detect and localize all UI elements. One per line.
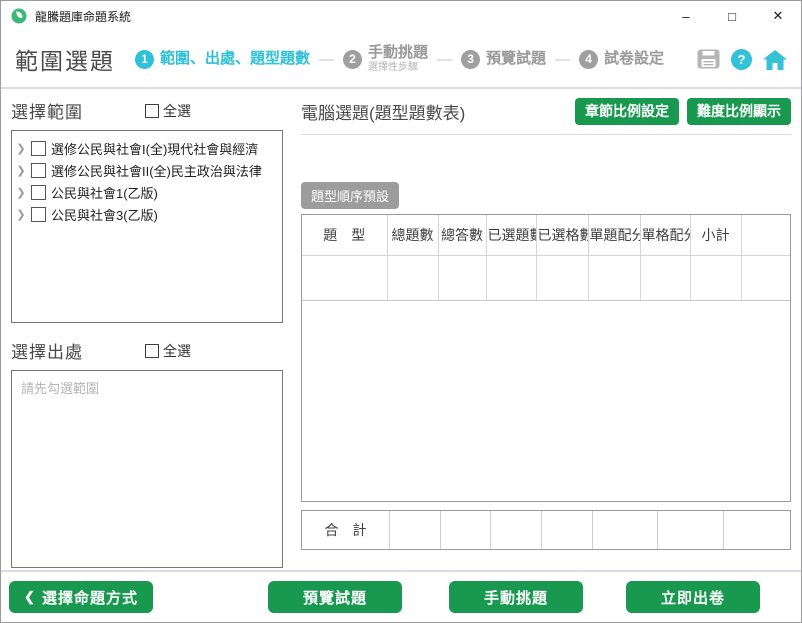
col-subtotal: 小計 — [690, 214, 742, 256]
total-cell — [658, 510, 724, 549]
step-separator — [555, 51, 570, 68]
step-4-badge: 4 — [579, 49, 599, 69]
difficulty-ratio-button[interactable]: 難度比例顯示 — [687, 98, 791, 125]
step-2-sublabel: 選擇性步驟 — [368, 61, 419, 73]
book-2-label: 選修公民與社會II(全)民主政治與法律 — [51, 163, 262, 179]
step-4-paper-settings[interactable]: 4 試卷設定 — [579, 49, 665, 69]
step-separator — [437, 51, 452, 68]
book-1-label: 選修公民與社會I(全)現代社會與經濟 — [51, 141, 259, 157]
total-cell — [390, 510, 441, 549]
step-4-label: 試卷設定 — [604, 49, 665, 67]
header-toolbar: ? — [697, 48, 787, 70]
minimize-icon[interactable]: – — [663, 1, 709, 31]
window-controls: – □ ✕ — [663, 1, 801, 31]
source-section: 選擇出處 全選 請先勾選範圍 — [11, 338, 283, 568]
col-selected-blanks: 已選格數 — [536, 214, 589, 256]
tree-item-book-3[interactable]: ❯ 公民與社會1(乙版) — [16, 181, 278, 203]
question-order-preset-button[interactable]: 題型順序預設 — [301, 181, 400, 209]
step-2-manual-pick[interactable]: 2 手動挑題 選擇性步驟 — [343, 45, 428, 73]
col-points-per-blank: 單格配分 — [640, 214, 691, 256]
source-list-box: 請先勾選範圍 — [11, 370, 283, 568]
range-select-all-label: 全選 — [163, 102, 191, 119]
expand-chevron-icon[interactable]: ❯ — [16, 186, 26, 199]
back-to-method-button[interactable]: ❮ 選擇命題方式 — [9, 581, 153, 613]
col-total-answers: 總答數 — [438, 214, 487, 256]
tree-item-book-1[interactable]: ❯ 選修公民與社會I(全)現代社會與經濟 — [16, 137, 278, 159]
col-extra — [741, 214, 790, 256]
expand-chevron-icon[interactable]: ❯ — [16, 164, 26, 177]
back-chevron-icon: ❮ — [24, 589, 36, 604]
question-type-table: 題 型 總題數 總答數 已選題數 已選格數 單題配分 單格配分 小計 — [301, 213, 791, 502]
col-selected-questions: 已選題數 — [486, 214, 537, 256]
titlebar: 龍騰題庫命題系統 – □ ✕ — [1, 1, 801, 31]
divider — [301, 133, 791, 135]
source-section-title: 選擇出處 — [11, 343, 83, 362]
tree-item-book-2[interactable]: ❯ 選修公民與社會II(全)民主政治與法律 — [16, 159, 278, 181]
step-3-label: 預覽試題 — [486, 49, 547, 67]
expand-chevron-icon[interactable]: ❯ — [16, 208, 26, 221]
window-title: 龍騰題庫命題系統 — [35, 9, 132, 24]
page-title: 範圍選題 — [15, 48, 115, 74]
computer-select-head: 電腦選題(題型題數表) 章節比例設定 難度比例顯示 — [301, 98, 791, 125]
left-panel: 選擇範圍 全選 ❯ 選修公民與社會I(全)現代社會與經濟 ❯ 選修公民與社會II… — [11, 98, 283, 568]
maximize-icon[interactable]: □ — [709, 1, 755, 31]
total-label-cell: 合 計 — [302, 510, 390, 549]
range-tree: ❯ 選修公民與社會I(全)現代社會與經濟 ❯ 選修公民與社會II(全)民主政治與… — [11, 130, 283, 323]
book-3-label: 公民與社會1(乙版) — [51, 185, 158, 201]
help-icon[interactable]: ? — [731, 48, 752, 70]
manual-pick-button[interactable]: 手動挑題 — [449, 581, 583, 613]
source-select-all[interactable]: 全選 — [145, 341, 191, 361]
step-2-label: 手動挑題 選擇性步驟 — [368, 44, 429, 73]
app-window: 龍騰題庫命題系統 – □ ✕ 範圍選題 1 範圍、出處、題型題數 2 手動挑題選… — [0, 0, 802, 623]
total-cell — [441, 510, 491, 549]
step-separator — [319, 51, 334, 68]
wizard-steps: 1 範圍、出處、題型題數 2 手動挑題選擇性步驟 3 預覽試題 4 試卷設定 — [135, 45, 664, 73]
step-1-label: 範圍、出處、題型題數 — [160, 49, 311, 67]
col-total-questions: 總題數 — [387, 214, 439, 256]
range-section-title: 選擇範圍 — [11, 103, 83, 122]
step-2-badge: 2 — [343, 49, 363, 69]
source-select-all-checkbox[interactable] — [145, 343, 159, 358]
step-1-badge: 1 — [135, 49, 154, 69]
book-3-checkbox[interactable] — [31, 184, 46, 200]
save-icon[interactable] — [697, 49, 720, 69]
back-button-label: 選擇命題方式 — [41, 589, 138, 607]
source-select-all-label: 全選 — [163, 342, 191, 359]
preview-questions-button[interactable]: 預覽試題 — [268, 581, 402, 613]
expand-chevron-icon[interactable]: ❯ — [16, 142, 26, 155]
col-points-per-question: 單題配分 — [588, 214, 641, 256]
computer-select-title: 電腦選題(題型題數表) — [301, 103, 466, 123]
app-logo-icon — [11, 8, 27, 24]
source-section-head: 選擇出處 全選 — [11, 338, 283, 363]
book-4-label: 公民與社會3(乙版) — [51, 207, 158, 223]
col-question-type: 題 型 — [302, 214, 388, 256]
total-cell — [593, 510, 658, 549]
step-3-preview[interactable]: 3 預覽試題 — [461, 49, 547, 69]
close-icon[interactable]: ✕ — [755, 1, 801, 31]
book-4-checkbox[interactable] — [31, 206, 46, 222]
range-select-all-checkbox[interactable] — [145, 103, 159, 118]
total-row: 合 計 — [301, 509, 791, 550]
table-empty-row — [302, 255, 790, 301]
source-placeholder: 請先勾選範圍 — [21, 381, 100, 396]
total-cell — [542, 510, 593, 549]
generate-paper-button[interactable]: 立即出卷 — [626, 581, 760, 613]
range-select-all[interactable]: 全選 — [145, 101, 191, 121]
divider — [1, 570, 801, 572]
table-header-row: 題 型 總題數 總答數 已選題數 已選格數 單題配分 單格配分 小計 — [302, 214, 790, 256]
right-panel: 電腦選題(題型題數表) 章節比例設定 難度比例顯示 題型順序預設 題 型 總題數… — [301, 98, 791, 550]
book-2-checkbox[interactable] — [31, 162, 46, 178]
header: 範圍選題 1 範圍、出處、題型題數 2 手動挑題選擇性步驟 3 預覽試題 4 試… — [1, 31, 801, 89]
range-section-head: 選擇範圍 全選 — [11, 98, 283, 123]
total-cell — [491, 510, 542, 549]
home-icon[interactable] — [763, 49, 787, 70]
total-cell — [724, 511, 790, 549]
chapter-ratio-button[interactable]: 章節比例設定 — [575, 98, 679, 125]
step-1-range[interactable]: 1 範圍、出處、題型題數 — [135, 49, 311, 69]
step-3-badge: 3 — [461, 49, 481, 69]
tree-item-book-4[interactable]: ❯ 公民與社會3(乙版) — [16, 203, 278, 225]
book-1-checkbox[interactable] — [31, 140, 46, 156]
